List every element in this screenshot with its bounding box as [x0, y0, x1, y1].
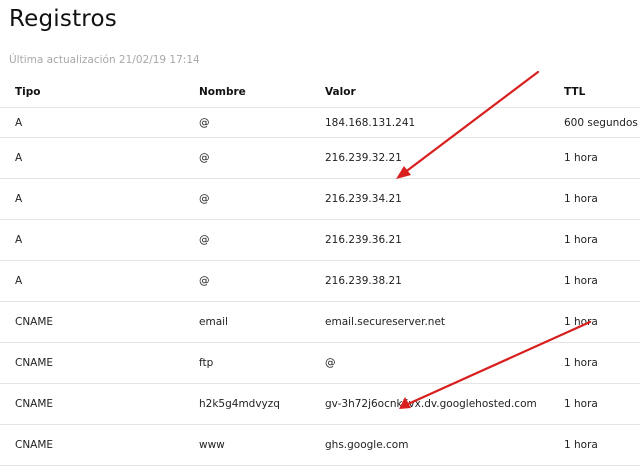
table-row[interactable]: A @ 216.239.38.21 1 hora	[0, 260, 640, 302]
record-value: 216.239.38.21	[310, 260, 549, 302]
record-type: A	[0, 260, 184, 302]
record-name: @	[184, 219, 310, 261]
record-value: 216.239.32.21	[310, 137, 549, 179]
record-ttl: 1 hora	[549, 137, 640, 179]
record-value: gv-3h72j6ocnklivx.dv.googlehosted.com	[310, 383, 549, 425]
record-value: @	[310, 342, 549, 384]
record-ttl: 1 hora	[549, 301, 640, 343]
record-type: A	[0, 107, 184, 138]
table-row[interactable]: CNAME h2k5g4mdvyzq gv-3h72j6ocnklivx.dv.…	[0, 383, 640, 425]
record-type: CNAME	[0, 383, 184, 425]
record-name: @	[184, 137, 310, 179]
record-name: ftp	[184, 342, 310, 384]
record-ttl: 1 hora	[549, 260, 640, 302]
page-title: Registros	[9, 6, 117, 32]
table-row[interactable]: CNAME email email.secureserver.net 1 hor…	[0, 301, 640, 343]
record-name: email	[184, 301, 310, 343]
dns-records-table: Tipo Nombre Valor TTL A @ 184.168.131.24…	[0, 76, 640, 466]
record-ttl: 1 hora	[549, 219, 640, 261]
column-header-value[interactable]: Valor	[310, 76, 549, 108]
column-header-type[interactable]: Tipo	[0, 76, 184, 108]
table-row[interactable]: A @ 184.168.131.241 600 segundos	[0, 107, 640, 138]
record-value: 216.239.34.21	[310, 178, 549, 220]
table-row[interactable]: A @ 216.239.32.21 1 hora	[0, 137, 640, 179]
table-row[interactable]: A @ 216.239.34.21 1 hora	[0, 178, 640, 220]
table-row[interactable]: CNAME ftp @ 1 hora	[0, 342, 640, 384]
record-ttl: 1 hora	[549, 383, 640, 425]
table-header-row: Tipo Nombre Valor TTL	[0, 76, 640, 108]
column-header-ttl[interactable]: TTL	[549, 76, 640, 108]
record-type: CNAME	[0, 342, 184, 384]
record-ttl: 1 hora	[549, 178, 640, 220]
record-type: A	[0, 178, 184, 220]
record-value: ghs.google.com	[310, 424, 549, 466]
record-ttl: 1 hora	[549, 342, 640, 384]
record-type: A	[0, 137, 184, 179]
dns-records-page: Registros Última actualización 21/02/19 …	[0, 0, 640, 468]
record-value: 184.168.131.241	[310, 107, 549, 138]
column-header-name[interactable]: Nombre	[184, 76, 310, 108]
record-name: www	[184, 424, 310, 466]
record-value: email.secureserver.net	[310, 301, 549, 343]
table-row[interactable]: A @ 216.239.36.21 1 hora	[0, 219, 640, 261]
record-type: A	[0, 219, 184, 261]
record-name: h2k5g4mdvyzq	[184, 383, 310, 425]
record-value: 216.239.36.21	[310, 219, 549, 261]
record-ttl: 1 hora	[549, 424, 640, 466]
record-type: CNAME	[0, 424, 184, 466]
record-name: @	[184, 178, 310, 220]
record-type: CNAME	[0, 301, 184, 343]
record-name: @	[184, 107, 310, 138]
last-updated-text: Última actualización 21/02/19 17:14	[9, 54, 200, 66]
record-ttl: 600 segundos	[549, 107, 640, 138]
record-name: @	[184, 260, 310, 302]
table-row[interactable]: CNAME www ghs.google.com 1 hora	[0, 424, 640, 466]
